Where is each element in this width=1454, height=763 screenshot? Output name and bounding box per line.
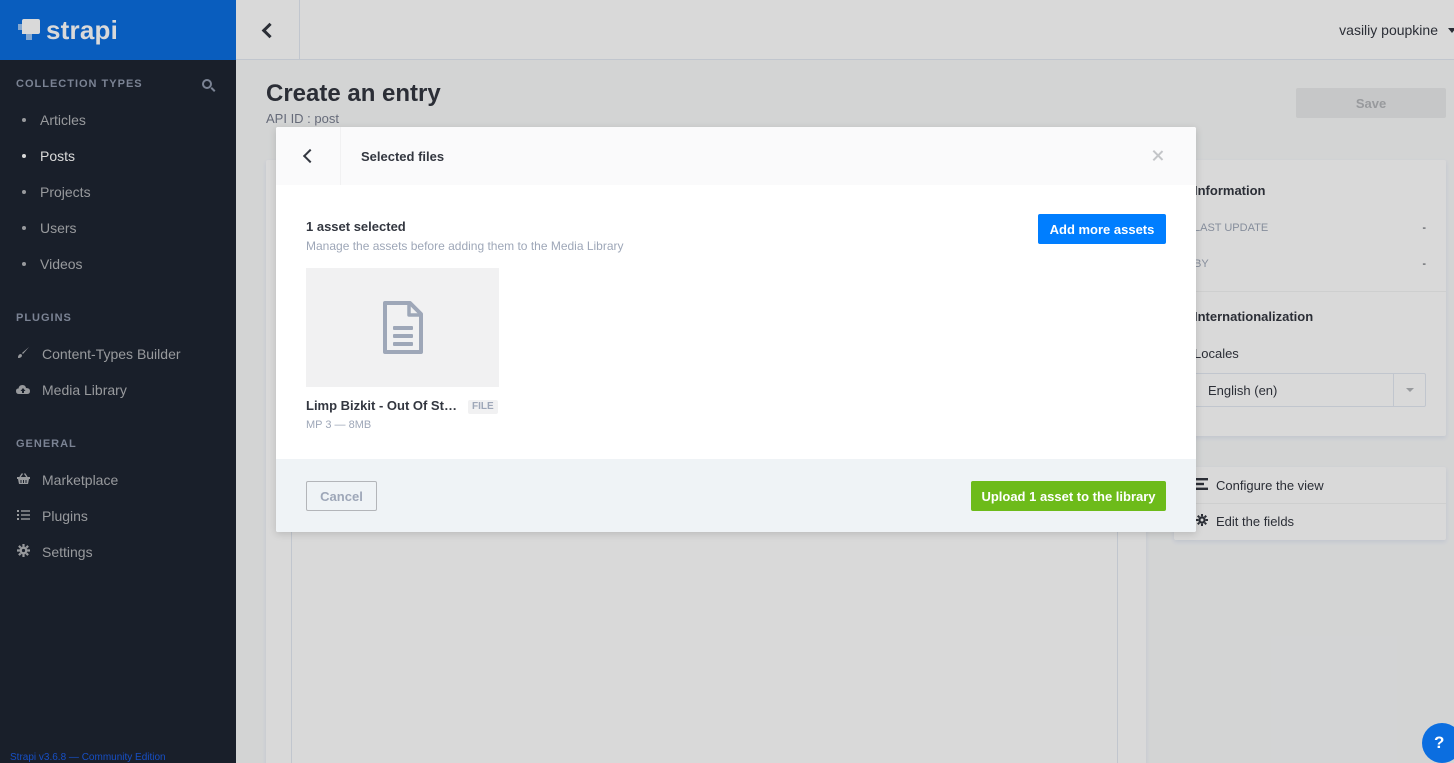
upload-button[interactable]: Upload 1 asset to the library	[971, 481, 1166, 511]
upload-modal: Selected files 1 asset selected Manage t…	[276, 127, 1196, 532]
help-button[interactable]: ?	[1422, 723, 1454, 763]
asset-file-name: Limp Bizkit - Out Of Style.mp3	[306, 398, 461, 413]
add-more-assets-button[interactable]: Add more assets	[1038, 214, 1166, 244]
close-icon[interactable]	[1148, 146, 1168, 166]
file-icon	[382, 300, 424, 355]
asset-count: 1 asset selected	[306, 219, 406, 234]
modal-title: Selected files	[361, 148, 445, 164]
modal-subtitle: Manage the assets before adding them to …	[306, 239, 624, 253]
modal-footer: Cancel Upload 1 asset to the library	[276, 459, 1196, 532]
file-type-badge: FILE	[468, 400, 498, 414]
modal-back-button[interactable]	[276, 127, 341, 185]
cancel-button[interactable]: Cancel	[306, 481, 377, 511]
asset-card-preview[interactable]	[306, 268, 499, 387]
chevron-left-icon	[302, 148, 318, 164]
modal-header: Selected files	[276, 127, 1196, 185]
asset-file-meta: MP 3 — 8MB	[306, 419, 372, 431]
